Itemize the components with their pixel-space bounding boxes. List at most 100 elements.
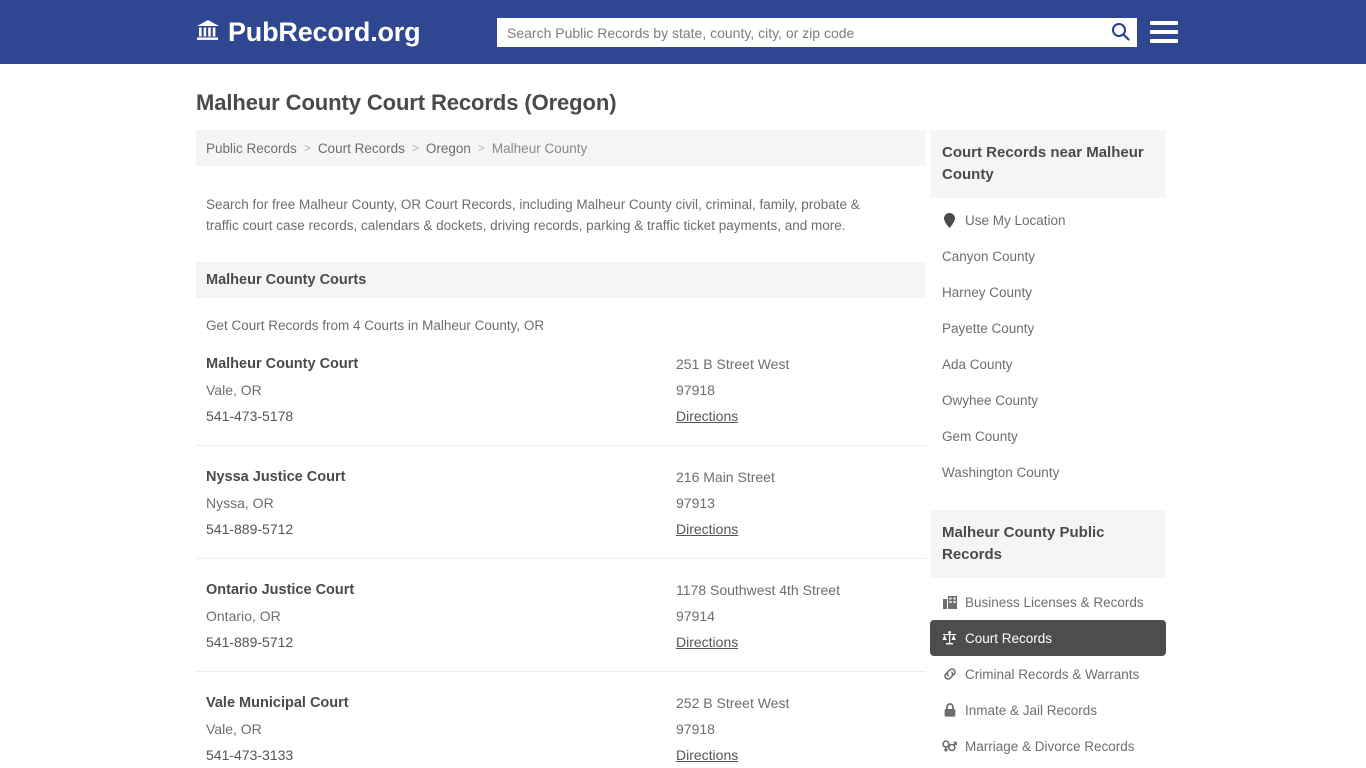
male-female-symbols-icon	[942, 739, 957, 753]
court-zip: 97913	[676, 494, 715, 511]
court-entry-left: Malheur County Court Vale, OR 541-473-51…	[206, 351, 676, 429]
sidebar-item-label: Marriage & Divorce Records	[965, 738, 1135, 754]
sidebar-item-property-records[interactable]: Property Records	[930, 764, 1166, 768]
hamburger-menu-icon[interactable]	[1150, 18, 1178, 46]
sidebar-list-public-records: Business Licenses & Records Court Record…	[930, 578, 1166, 768]
map-pin-icon	[942, 212, 957, 228]
page-title: Malheur County Court Records (Oregon)	[196, 90, 617, 115]
hamburger-bar	[1150, 39, 1178, 43]
court-entry-right: 216 Main Street 97913 Directions	[676, 464, 916, 542]
court-city-state: Vale, OR	[206, 720, 262, 737]
breadcrumb-separator-icon: >	[303, 141, 311, 155]
court-phone[interactable]: 541-473-5178	[206, 403, 676, 429]
content-columns: Public Records > Court Records > Oregon …	[0, 130, 1366, 768]
sidebar-item-label: Washington County	[942, 464, 1060, 480]
sidebar-list-nearby: Use My Location Canyon County Harney Cou…	[930, 198, 1166, 490]
breadcrumb-item-oregon[interactable]: Oregon	[426, 141, 471, 156]
sidebar-item-court-records[interactable]: Court Records	[930, 620, 1166, 656]
court-name: Vale Municipal Court	[206, 694, 349, 711]
sidebar-item-washington-county[interactable]: Washington County	[930, 454, 1166, 490]
court-zip: 97914	[676, 607, 715, 624]
sidebar-heading-nearby: Court Records near Malheur County	[930, 130, 1166, 198]
sidebar-item-label: Payette County	[942, 320, 1035, 336]
sidebar-item-label: Owyhee County	[942, 392, 1039, 408]
hamburger-bar	[1150, 21, 1178, 25]
sidebar-item-canyon-county[interactable]: Canyon County	[930, 238, 1166, 274]
court-entry-right: 251 B Street West 97918 Directions	[676, 351, 916, 429]
section-subtitle-courts: Get Court Records from 4 Courts in Malhe…	[206, 317, 545, 333]
scales-of-justice-icon	[942, 631, 957, 645]
sidebar-item-label: Gem County	[942, 428, 1018, 444]
search-icon	[1111, 22, 1130, 44]
sidebar-item-gem-county[interactable]: Gem County	[930, 418, 1166, 454]
search-button[interactable]	[1103, 18, 1137, 47]
court-address: 216 Main Street	[676, 468, 775, 485]
site-logo-link[interactable]: PubRecord.org	[196, 16, 421, 47]
sidebar-item-payette-county[interactable]: Payette County	[930, 310, 1166, 346]
breadcrumb-item-court-records[interactable]: Court Records	[318, 141, 405, 156]
search-input[interactable]	[497, 19, 1103, 46]
court-entry: Nyssa Justice Court Nyssa, OR 541-889-57…	[196, 446, 926, 559]
sidebar-item-harney-county[interactable]: Harney County	[930, 274, 1166, 310]
briefcase-icon	[942, 595, 957, 609]
search-bar	[497, 18, 1137, 47]
directions-link[interactable]: Directions	[676, 629, 738, 655]
court-name: Malheur County Court	[206, 355, 359, 372]
sidebar-item-criminal-records[interactable]: Criminal Records & Warrants	[930, 656, 1166, 692]
sidebar-item-label: Business Licenses & Records	[965, 594, 1144, 610]
directions-link[interactable]: Directions	[676, 403, 738, 429]
court-city-state: Ontario, OR	[206, 607, 281, 624]
breadcrumb-item-malheur-county: Malheur County	[491, 140, 588, 156]
court-phone[interactable]: 541-473-3133	[206, 742, 676, 768]
sidebar-item-use-my-location[interactable]: Use My Location	[930, 202, 1166, 238]
site-logo-text: PubRecord.org	[228, 16, 421, 47]
sidebar-item-inmate-jail-records[interactable]: Inmate & Jail Records	[930, 692, 1166, 728]
court-address: 251 B Street West	[676, 355, 790, 372]
court-city-state: Nyssa, OR	[206, 494, 274, 511]
sidebar-item-label: Use My Location	[965, 212, 1066, 228]
court-phone[interactable]: 541-889-5712	[206, 629, 676, 655]
sidebar-item-label: Criminal Records & Warrants	[965, 666, 1140, 682]
sidebar-block-public-records: Malheur County Public Records Business L…	[930, 510, 1166, 768]
court-entry-right: 252 B Street West 97918 Directions	[676, 690, 916, 768]
sidebar-item-marriage-divorce-records[interactable]: Marriage & Divorce Records	[930, 728, 1166, 764]
directions-link[interactable]: Directions	[676, 516, 738, 542]
court-name: Nyssa Justice Court	[206, 468, 346, 485]
court-phone[interactable]: 541-889-5712	[206, 516, 676, 542]
hamburger-bar	[1150, 30, 1178, 34]
sidebar-item-label: Canyon County	[942, 248, 1036, 264]
court-address: 1178 Southwest 4th Street	[676, 581, 840, 598]
bank-columns-icon	[196, 19, 220, 46]
sidebar-item-owyhee-county[interactable]: Owyhee County	[930, 382, 1166, 418]
court-entry: Malheur County Court Vale, OR 541-473-51…	[196, 333, 926, 446]
sidebar: Court Records near Malheur County Use My…	[930, 130, 1166, 768]
court-entry-left: Vale Municipal Court Vale, OR 541-473-31…	[206, 690, 676, 768]
main-content: Public Records > Court Records > Oregon …	[196, 130, 926, 768]
page-body: Malheur County Court Records (Oregon) Pu…	[0, 64, 1366, 768]
sidebar-item-label: Ada County	[942, 356, 1013, 372]
court-zip: 97918	[676, 720, 715, 737]
court-name: Ontario Justice Court	[206, 581, 355, 598]
court-entry: Vale Municipal Court Vale, OR 541-473-31…	[196, 672, 926, 768]
sidebar-item-label: Inmate & Jail Records	[965, 702, 1098, 718]
sidebar-item-label: Court Records	[965, 630, 1053, 646]
court-entry: Ontario Justice Court Ontario, OR 541-88…	[196, 559, 926, 672]
directions-link[interactable]: Directions	[676, 742, 738, 768]
court-entry-left: Nyssa Justice Court Nyssa, OR 541-889-57…	[206, 464, 676, 542]
court-address: 252 B Street West	[676, 694, 790, 711]
breadcrumb-separator-icon: >	[477, 141, 485, 155]
sidebar-item-ada-county[interactable]: Ada County	[930, 346, 1166, 382]
sidebar-item-business-licenses[interactable]: Business Licenses & Records	[930, 584, 1166, 620]
breadcrumb: Public Records > Court Records > Oregon …	[196, 130, 926, 166]
chain-link-icon	[942, 667, 957, 681]
breadcrumb-item-public-records[interactable]: Public Records	[206, 141, 297, 156]
sidebar-heading-public-records: Malheur County Public Records	[930, 510, 1166, 578]
court-entry-right: 1178 Southwest 4th Street 97914 Directio…	[676, 577, 916, 655]
lock-icon	[942, 703, 957, 717]
sidebar-item-label: Harney County	[942, 284, 1033, 300]
section-header-courts: Malheur County Courts	[196, 261, 926, 298]
court-city-state: Vale, OR	[206, 381, 262, 398]
breadcrumb-separator-icon: >	[411, 141, 419, 155]
site-header: PubRecord.org	[0, 0, 1366, 64]
court-entry-left: Ontario Justice Court Ontario, OR 541-88…	[206, 577, 676, 655]
